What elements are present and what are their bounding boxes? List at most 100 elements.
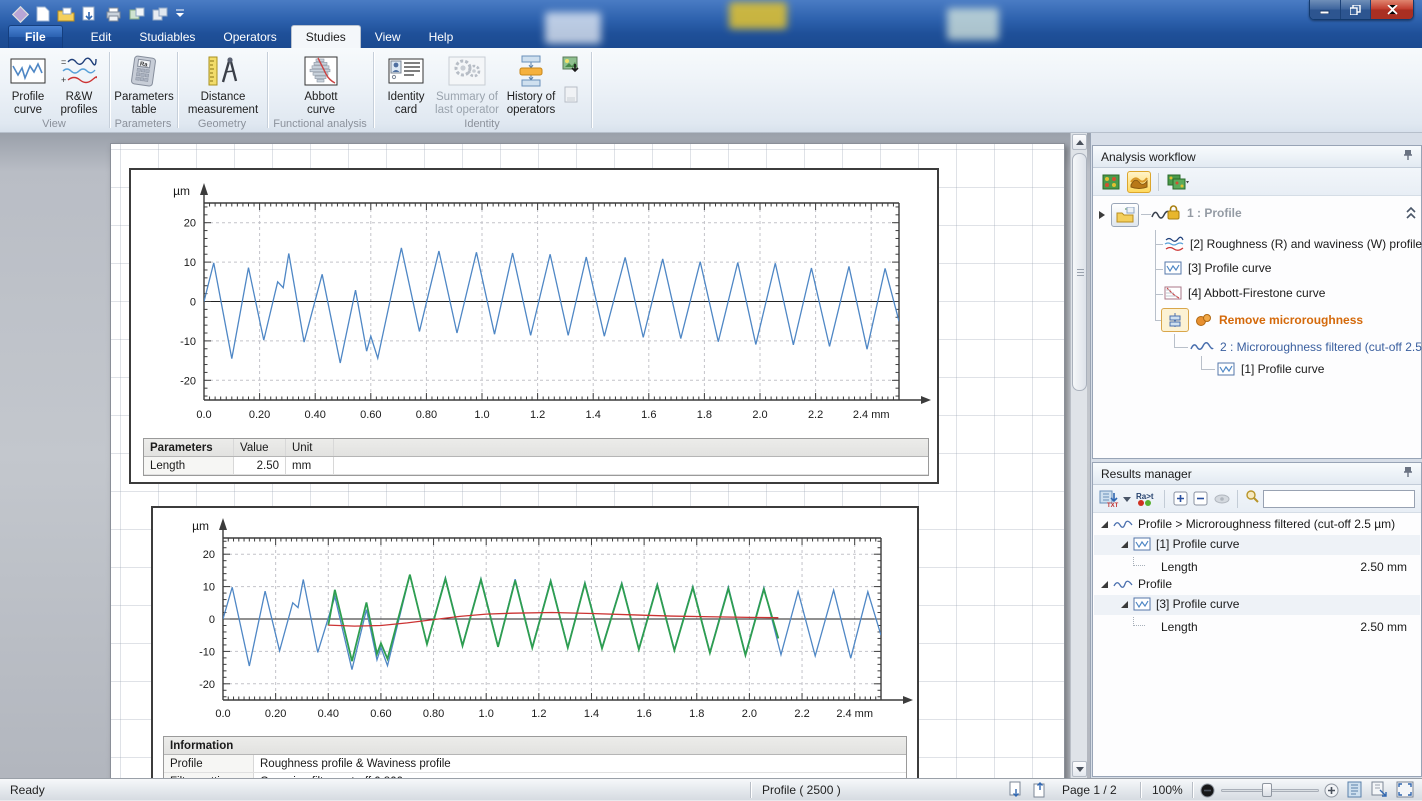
parameters-table-icon: Ra [131, 53, 157, 89]
workflow-item-profile-curve[interactable]: [3] Profile curve [1164, 261, 1271, 275]
previous-page-icon[interactable] [1008, 781, 1024, 801]
workflow-item-abbott-curve[interactable]: [4] Abbott-Firestone curve [1164, 286, 1325, 300]
app-logo-icon [12, 6, 29, 23]
studiables-list-icon[interactable] [1166, 171, 1190, 193]
workflow-export-icon[interactable] [129, 7, 145, 22]
expander-icon[interactable] [1101, 521, 1108, 528]
rw-profiles-icon: = + [61, 53, 97, 89]
svg-text:µm: µm [192, 519, 209, 533]
restore-button[interactable] [1341, 0, 1372, 19]
results-group-label: Profile > Microroughness filtered (cut-o… [1138, 517, 1395, 531]
tab-studiables[interactable]: Studiables [125, 26, 209, 48]
capture-image-button[interactable] [562, 56, 582, 79]
results-param-row[interactable]: Length 2.50 mm [1093, 617, 1421, 637]
tab-file[interactable]: File [8, 25, 63, 48]
results-group-row[interactable]: Profile > Microroughness filtered (cut-o… [1101, 517, 1395, 531]
svg-text:-20: -20 [199, 679, 215, 691]
identity-card-label: Identity card [380, 91, 432, 117]
profile-curve-study[interactable]: 0.00.200.400.600.801.01.21.41.61.82.02.2… [129, 168, 939, 484]
scrollbar-thumb[interactable] [1072, 153, 1087, 391]
zoom-in-icon[interactable] [1324, 783, 1339, 801]
distance-measurement-button[interactable]: Distance measurement [181, 51, 265, 117]
svg-text:1.6: 1.6 [636, 708, 651, 720]
analysis-workflow-panel: Analysis workflow 1 : Profile [1092, 145, 1422, 459]
expander-icon[interactable] [1121, 541, 1128, 548]
lock-icon [1167, 204, 1180, 220]
analysis-workflow-header: Analysis workflow [1093, 146, 1421, 168]
summary-last-operator-button[interactable]: Summary of last operator [434, 51, 500, 117]
group-label-view: View [0, 118, 108, 130]
workflow-item-rw-profiles[interactable]: [2] Roughness (R) and waviness (W) profi… [1164, 236, 1422, 252]
tab-studies[interactable]: Studies [291, 25, 361, 48]
export-txt-icon[interactable]: TXT [1099, 488, 1119, 510]
rw-profiles-study[interactable]: 0.00.200.400.600.801.01.21.41.61.82.02.2… [151, 506, 919, 778]
history-operators-button[interactable]: History of operators [502, 51, 560, 117]
results-manager-title: Results manager [1101, 467, 1192, 481]
report-page-button[interactable] [564, 86, 579, 109]
send-document-icon[interactable] [152, 7, 168, 22]
profile-curve-button[interactable]: Profile curve [4, 51, 52, 117]
table-row[interactable]: Profile Roughness profile & Waviness pro… [164, 755, 906, 773]
status-page-indicator[interactable]: Page 1 / 2 [1062, 783, 1117, 797]
svg-text:1.0: 1.0 [479, 708, 494, 720]
vertical-scrollbar[interactable] [1070, 133, 1087, 778]
identity-card-button[interactable]: Identity card [380, 51, 432, 117]
results-curve-row[interactable]: [1] Profile curve [1121, 537, 1239, 551]
expand-all-icon[interactable] [1172, 488, 1189, 510]
continuous-view-icon[interactable] [1370, 781, 1388, 801]
collapse-chevron-icon[interactable] [1405, 206, 1417, 220]
workflow-view-icon[interactable] [1127, 171, 1151, 193]
analysis-workflow-title: Analysis workflow [1101, 150, 1196, 164]
tab-edit[interactable]: Edit [77, 26, 126, 48]
table-row[interactable]: Length 2.50 mm [144, 457, 928, 475]
tab-operators[interactable]: Operators [209, 26, 290, 48]
surfaces-view-icon[interactable] [1099, 171, 1123, 193]
workflow-operator-remove-microroughness[interactable]: Remove microroughness [1161, 308, 1363, 332]
results-group-row[interactable]: Profile [1101, 577, 1172, 591]
param-unit: mm [286, 457, 334, 474]
workflow-sub-root[interactable]: 2 : Microroughness filtered (cut-off 2.5… [1190, 339, 1422, 354]
parameters-filter-icon[interactable]: Ra>t [1135, 488, 1157, 510]
export-dropdown-icon[interactable] [1123, 490, 1131, 508]
quick-access-toolbar [12, 5, 185, 23]
pin-icon[interactable] [1403, 149, 1413, 164]
document-page: 0.00.200.400.600.801.01.21.41.61.82.02.2… [110, 143, 1065, 778]
pin-icon[interactable] [1403, 466, 1413, 481]
scroll-down-button[interactable] [1072, 761, 1087, 777]
status-zoom-level[interactable]: 100% [1152, 783, 1183, 797]
results-curve-row[interactable]: [3] Profile curve [1121, 597, 1239, 611]
close-button[interactable] [1371, 0, 1413, 19]
svg-text:0.40: 0.40 [318, 708, 339, 720]
save-icon[interactable] [82, 6, 98, 22]
next-page-icon[interactable] [1032, 781, 1048, 801]
rw-profiles-button[interactable]: = + R&W profiles [54, 51, 104, 117]
new-document-icon[interactable] [36, 6, 50, 22]
studiable-button[interactable] [1111, 203, 1139, 227]
fit-window-icon[interactable] [1396, 781, 1414, 801]
open-folder-icon[interactable] [57, 7, 75, 22]
results-search-input[interactable] [1263, 490, 1415, 508]
results-param-row[interactable]: Length 2.50 mm [1093, 557, 1421, 577]
parameters-table-button[interactable]: Ra Parameters table [112, 51, 176, 117]
profile-chart: 0.00.200.400.600.801.01.21.41.61.82.02.2… [131, 172, 937, 434]
page-view-icon[interactable] [1346, 781, 1364, 801]
print-icon[interactable] [105, 7, 122, 22]
scroll-up-button[interactable] [1072, 134, 1087, 150]
collapse-all-icon[interactable] [1193, 488, 1210, 510]
zoom-slider-thumb[interactable] [1262, 783, 1272, 797]
svg-text:TXT: TXT [1107, 503, 1119, 508]
eye-icon[interactable] [1213, 488, 1230, 510]
zoom-out-icon[interactable] [1200, 783, 1215, 801]
workflow-sub-item[interactable]: [1] Profile curve [1217, 362, 1324, 376]
expander-icon[interactable] [1101, 581, 1108, 588]
tab-view[interactable]: View [361, 26, 415, 48]
group-label-parameters: Parameters [110, 118, 176, 130]
svg-text:0.60: 0.60 [370, 708, 391, 720]
expander-icon[interactable] [1099, 211, 1105, 219]
toolbar-options-dropdown-icon[interactable] [175, 9, 185, 19]
abbott-curve-button[interactable]: Abbott curve [296, 51, 346, 117]
minimize-button[interactable] [1310, 0, 1341, 19]
expander-icon[interactable] [1121, 601, 1128, 608]
tab-help[interactable]: Help [415, 26, 468, 48]
blurred-logo [545, 12, 601, 44]
